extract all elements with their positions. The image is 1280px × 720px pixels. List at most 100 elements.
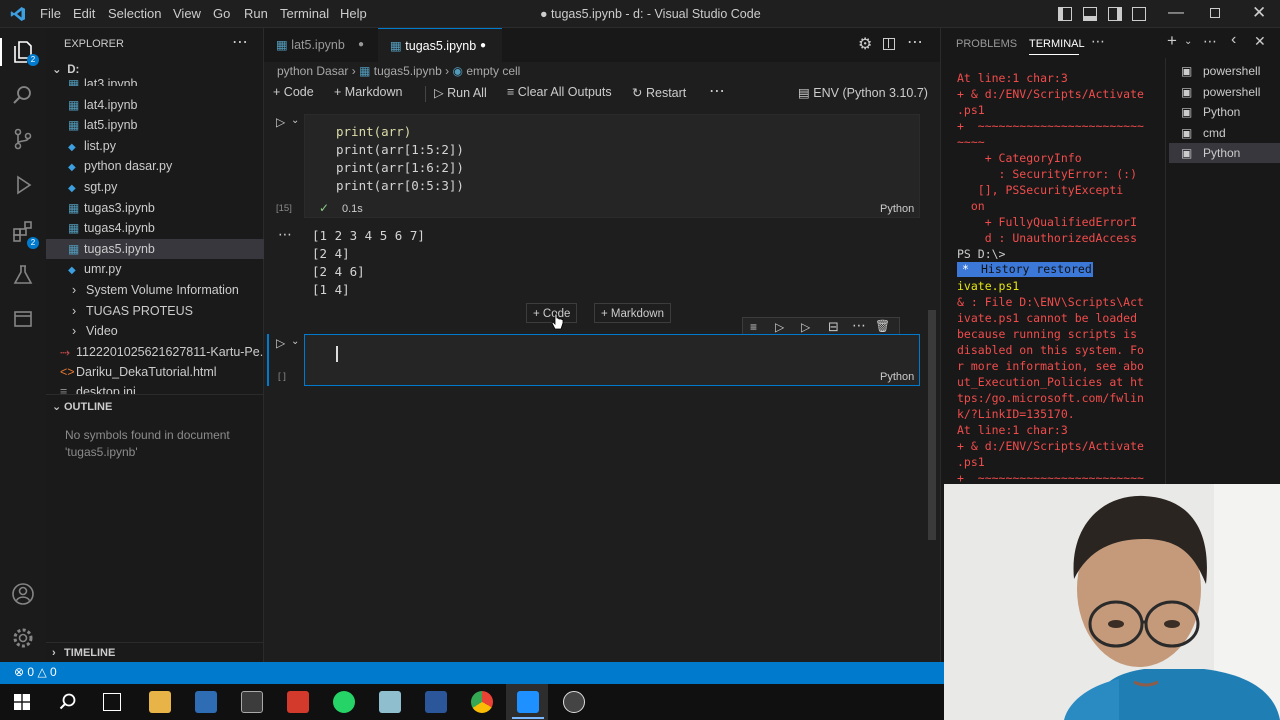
- file-item[interactable]: ◆ python dasar.py: [46, 156, 264, 176]
- cell-language[interactable]: Python: [880, 203, 914, 215]
- chevron-down-icon[interactable]: ⌄: [291, 115, 299, 126]
- kernel-picker[interactable]: ▤ ENV (Python 3.10.7): [798, 85, 928, 100]
- unsaved-dot-icon[interactable]: ●: [358, 28, 364, 62]
- run-cell-icon[interactable]: ▷: [276, 115, 285, 129]
- vscode-taskbar-icon[interactable]: [517, 691, 539, 713]
- split-cell-icon[interactable]: ⊟: [828, 319, 839, 335]
- file-item[interactable]: ▦ tugas3.ipynb: [46, 198, 264, 218]
- folder-system-volume[interactable]: › System Volume Information: [46, 280, 264, 300]
- file-item[interactable]: ▦ lat5.ipynb: [46, 115, 264, 135]
- menu-help[interactable]: Help: [340, 6, 367, 21]
- menu-view[interactable]: View: [173, 6, 201, 21]
- account-icon[interactable]: [11, 582, 35, 606]
- insert-markdown-cell-button[interactable]: + Markdown: [594, 303, 671, 323]
- restore-icon[interactable]: [1210, 8, 1220, 18]
- more-actions-icon[interactable]: ⋯: [1091, 33, 1105, 50]
- toggle-primary-sidebar-icon[interactable]: [1058, 7, 1072, 21]
- file-kartu[interactable]: ⤑ 112220102562162781​1-Kartu-Pe...: [46, 342, 264, 362]
- breadcrumb-cell[interactable]: empty cell: [466, 64, 520, 78]
- outline-header[interactable]: ⌄ OUTLINE: [46, 397, 264, 417]
- breadcrumb-file[interactable]: tugas5.ipynb: [374, 64, 442, 78]
- testing-flask-icon[interactable]: [11, 264, 35, 288]
- menu-selection[interactable]: Selection: [108, 6, 161, 21]
- code-cell-2[interactable]: [304, 334, 920, 386]
- terminal-instance[interactable]: ▣ Python: [1169, 143, 1280, 164]
- menu-terminal[interactable]: Terminal: [280, 6, 329, 21]
- clear-all-outputs-button[interactable]: ≡ Clear All Outputs: [507, 85, 612, 99]
- breadcrumb-folder[interactable]: python Dasar: [277, 64, 348, 78]
- run-all-button[interactable]: ▷ Run All: [434, 85, 487, 100]
- add-markdown-cell-button[interactable]: + Markdown: [334, 85, 402, 99]
- file-item[interactable]: ◆ sgt.py: [46, 177, 264, 197]
- chevron-left-icon[interactable]: ‹: [1231, 31, 1236, 49]
- wps-office-icon[interactable]: [287, 691, 309, 713]
- menu-file[interactable]: File: [40, 6, 61, 21]
- terminal-instance[interactable]: ▣ powershell: [1169, 61, 1280, 81]
- more-actions-icon[interactable]: ⋯: [907, 32, 923, 52]
- tab-terminal[interactable]: TERMINAL: [1029, 38, 1085, 50]
- toggle-panel-icon[interactable]: [1083, 7, 1097, 21]
- toggle-secondary-sidebar-icon[interactable]: [1108, 7, 1122, 21]
- split-editor-icon[interactable]: [883, 38, 895, 50]
- execute-above-icon[interactable]: ▷: [775, 320, 784, 334]
- source-control-icon[interactable]: [11, 128, 35, 152]
- tab-lat5[interactable]: ▦ lat5.ipynb ●: [264, 28, 378, 62]
- terminal-instance[interactable]: ▣ cmd: [1169, 123, 1280, 143]
- add-code-cell-button[interactable]: + Code: [273, 85, 314, 99]
- app-icon[interactable]: [241, 691, 263, 713]
- whatsapp-icon[interactable]: [333, 691, 355, 713]
- more-actions-icon[interactable]: ⋯: [852, 317, 866, 334]
- cell-language[interactable]: Python: [880, 371, 914, 383]
- close-icon[interactable]: ✕: [1252, 3, 1266, 23]
- run-debug-icon[interactable]: [11, 174, 35, 198]
- file-item[interactable]: ▦ tugas5.ipynb: [46, 238, 264, 259]
- menu-edit[interactable]: Edit: [73, 6, 95, 21]
- run-by-line-icon[interactable]: ≡: [750, 320, 757, 334]
- more-actions-icon[interactable]: ⋯: [1203, 33, 1217, 50]
- more-actions-icon[interactable]: ⋯: [709, 81, 725, 101]
- tab-problems[interactable]: PROBLEMS: [956, 38, 1017, 50]
- code-line[interactable]: print(arr[0:5:3]): [336, 178, 464, 193]
- trash-icon[interactable]: 🗑: [875, 319, 890, 333]
- search-icon[interactable]: [58, 692, 78, 715]
- folder-video[interactable]: › Video: [46, 321, 264, 341]
- app-icon[interactable]: [563, 691, 585, 713]
- file-item[interactable]: ▦ lat4.ipynb: [46, 95, 264, 115]
- file-item[interactable]: ▦ lat3.ipynb: [46, 74, 264, 86]
- output-more-icon[interactable]: ⋯: [278, 226, 292, 243]
- chevron-down-icon[interactable]: ⌄: [1184, 36, 1192, 47]
- minimize-icon[interactable]: —: [1168, 4, 1184, 22]
- execute-below-icon[interactable]: ▷: [801, 320, 810, 334]
- chrome-icon[interactable]: [471, 691, 493, 713]
- folder-tugas-proteus[interactable]: › TUGAS PROTEUS: [46, 301, 264, 321]
- file-dariku[interactable]: <>Dariku_DekaTutorial.html: [46, 362, 264, 382]
- app-icon[interactable]: [195, 691, 217, 713]
- app-icon[interactable]: [379, 691, 401, 713]
- file-item[interactable]: ▦ tugas4.ipynb: [46, 218, 264, 238]
- new-terminal-plus-icon[interactable]: +: [1167, 31, 1177, 51]
- remote-explorer-icon[interactable]: [11, 308, 35, 332]
- menu-run[interactable]: Run: [244, 6, 268, 21]
- customize-layout-icon[interactable]: [1132, 7, 1146, 21]
- timeline-header[interactable]: › TIMELINE: [46, 643, 264, 663]
- tab-tugas5[interactable]: ▦ tugas5.ipynb ●: [378, 28, 502, 62]
- run-cell-icon[interactable]: ▷: [276, 336, 285, 350]
- menu-go[interactable]: Go: [213, 6, 230, 21]
- chevron-down-icon[interactable]: ⌄: [291, 336, 299, 347]
- editor-scrollbar[interactable]: [928, 310, 936, 540]
- code-line[interactable]: print(arr[1:5:2]): [336, 142, 464, 157]
- close-panel-icon[interactable]: ✕: [1254, 33, 1266, 50]
- search-icon[interactable]: [11, 84, 35, 108]
- file-item[interactable]: ◆ list.py: [46, 136, 264, 156]
- file-item[interactable]: ◆ umr.py: [46, 259, 264, 279]
- task-view-icon[interactable]: [103, 693, 121, 711]
- file-explorer-icon[interactable]: [149, 691, 171, 713]
- windows-start-icon[interactable]: [14, 694, 30, 710]
- unsaved-dot-icon[interactable]: ●: [480, 29, 486, 63]
- file-desktop-ini[interactable]: ≡ desktop.ini: [46, 382, 264, 394]
- code-line[interactable]: print(arr): [336, 124, 411, 139]
- restart-button[interactable]: ↻ Restart: [632, 85, 686, 100]
- word-icon[interactable]: [425, 691, 447, 713]
- terminal-instance[interactable]: ▣ Python: [1169, 102, 1280, 122]
- more-actions-icon[interactable]: ⋯: [232, 32, 248, 52]
